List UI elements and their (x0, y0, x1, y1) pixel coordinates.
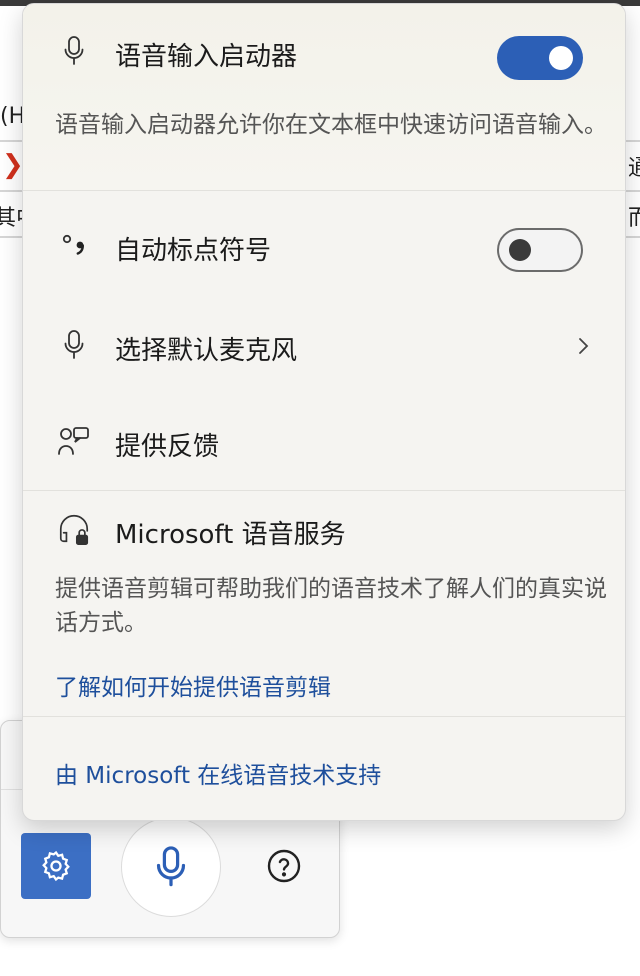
speech-service-label: Microsoft 语音服务 (115, 520, 346, 550)
background-text: 通 (628, 156, 640, 181)
section-divider (23, 490, 625, 491)
feedback-icon (58, 427, 89, 455)
speech-service-row-icon (57, 512, 91, 546)
help-icon (267, 849, 301, 883)
feedback-label[interactable]: 提供反馈 (115, 426, 219, 463)
launcher-section (23, 4, 625, 190)
toggle-knob (509, 239, 531, 261)
gear-icon (42, 850, 70, 882)
select-mic-label[interactable]: 选择默认麦克风 (115, 330, 297, 367)
punctuation-row-icon (57, 228, 91, 262)
speech-service-description: 提供语音剪辑可帮助我们的语音技术了解人们的真实说话方式。 (55, 576, 607, 636)
punctuation-icon (62, 234, 84, 255)
toggle-knob (549, 46, 573, 70)
launcher-description: 语音输入启动器允许你在文本框中快速访问语音输入。 (55, 112, 607, 138)
select-mic-row-icon (57, 328, 91, 362)
chevron-right-icon[interactable] (571, 334, 595, 358)
auto-punctuation-toggle[interactable] (497, 228, 583, 272)
background-chevron-icon: ❯ (2, 150, 24, 180)
auto-punctuation-label: 自动标点符号 (115, 236, 272, 266)
section-divider (23, 716, 625, 717)
launcher-label: 语音输入启动器 (115, 42, 298, 72)
background-text: 而 (628, 206, 640, 231)
launcher-toggle[interactable] (497, 36, 583, 80)
voice-settings-flyout: 语音输入启动器 语音输入启动器允许你在文本框中快速访问语音输入。 自动标点符号 … (22, 3, 626, 821)
section-divider (23, 190, 625, 191)
settings-button[interactable] (21, 833, 91, 899)
microphone-icon (156, 846, 186, 887)
microphone-icon (64, 36, 84, 65)
help-button[interactable] (266, 848, 302, 884)
headset-lock-icon (59, 514, 89, 545)
voice-clips-link[interactable]: 了解如何开始提供语音剪辑 (55, 668, 331, 702)
feedback-row-icon (57, 424, 91, 458)
microphone-icon (64, 330, 84, 359)
online-speech-link[interactable]: 由 Microsoft 在线语音技术支持 (55, 756, 381, 790)
microphone-button[interactable] (121, 817, 221, 917)
launcher-row-icon (57, 34, 91, 68)
